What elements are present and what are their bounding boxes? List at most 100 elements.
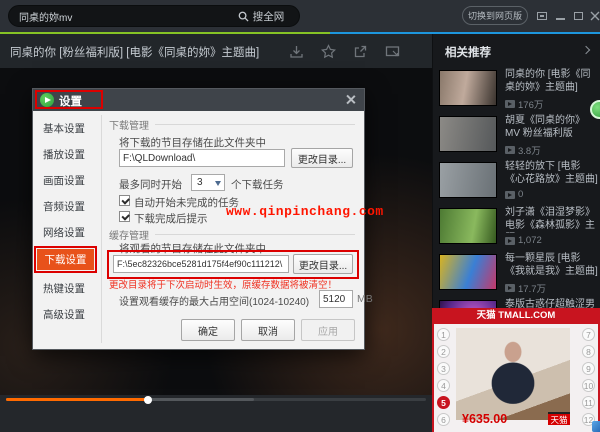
ad-page-8[interactable]: 8 xyxy=(582,345,595,358)
related-item-title: 胡夏《同桌的你》MV 粉丝福利版 xyxy=(505,115,585,139)
progress-fill xyxy=(6,398,148,401)
ad-page-9[interactable]: 9 xyxy=(582,362,595,375)
change-download-dir-button[interactable]: 更改目录... xyxy=(291,148,353,168)
download-icon xyxy=(290,46,303,58)
search-button[interactable]: 搜全网 xyxy=(225,6,297,26)
ok-button[interactable]: 确定 xyxy=(181,319,235,341)
tab-audio-settings[interactable]: 音频设置 xyxy=(43,199,97,215)
cache-size-input[interactable] xyxy=(319,290,353,308)
search-input[interactable] xyxy=(19,7,229,25)
star-icon xyxy=(320,44,337,59)
maximize-button[interactable] xyxy=(571,8,586,23)
ad-page-3[interactable]: 3 xyxy=(437,362,450,375)
progress-handle[interactable] xyxy=(144,395,152,404)
play-count-icon xyxy=(505,146,515,154)
ad-page-7[interactable]: 7 xyxy=(582,328,595,341)
app-play-logo-icon xyxy=(40,93,54,107)
search-icon xyxy=(238,11,249,22)
view-count: 17.7万 xyxy=(505,281,546,295)
ad-page-5-active[interactable]: 5 xyxy=(437,396,450,409)
desktop-icon xyxy=(592,421,600,432)
chevron-right-icon xyxy=(581,45,591,55)
auto-start-checkbox[interactable] xyxy=(119,195,130,206)
related-item-title: 轻轻的放下 [电影《心花路放》主题曲] xyxy=(505,161,598,185)
tab-hotkey-settings[interactable]: 热键设置 xyxy=(43,281,97,297)
related-item-5[interactable]: 每一颗星辰 [电影《我就是我》主题曲] 17.7万 xyxy=(439,252,599,296)
cancel-button[interactable]: 取消 xyxy=(241,319,295,341)
video-thumbnail xyxy=(439,116,497,152)
play-count-icon xyxy=(505,100,515,108)
share-button[interactable] xyxy=(352,43,369,60)
cache-size-label: 设置观看缓存的最大占用空间(1024-10240) xyxy=(119,297,310,308)
max-tasks-suffix: 个下载任务 xyxy=(231,179,284,191)
max-tasks-prefix: 最多同时开始 xyxy=(119,179,182,191)
video-thumbnail xyxy=(439,254,497,290)
related-item-2[interactable]: 胡夏《同桌的你》MV 粉丝福利版 3.8万 xyxy=(439,114,599,158)
ad-page-1[interactable]: 1 xyxy=(437,328,450,341)
ad-product-image[interactable] xyxy=(456,328,570,420)
tab-download-settings[interactable]: 下载设置 xyxy=(37,249,94,270)
mini-player-button[interactable] xyxy=(384,43,401,60)
view-count: 1,072 xyxy=(505,235,542,246)
video-title: 同桌的你 [粉丝福利版] [电影《同桌的妳》主题曲] xyxy=(10,47,260,59)
settings-dialog-titlebar[interactable]: 设置 xyxy=(33,89,364,111)
ad-page-10[interactable]: 10 xyxy=(582,379,595,392)
related-item-title: 每一颗星辰 [电影《我就是我》主题曲] xyxy=(505,253,598,277)
download-group-header: 下载管理 xyxy=(109,117,355,132)
auto-start-label: 自动开始未完成的任务 xyxy=(134,197,239,209)
related-header-title: 相关推荐 xyxy=(445,47,491,59)
ad-page-11[interactable]: 11 xyxy=(582,396,595,409)
tab-playback-settings[interactable]: 播放设置 xyxy=(43,147,97,163)
dropdown-caret-icon xyxy=(215,181,221,186)
video-thumbnail xyxy=(439,70,497,106)
close-window-button[interactable] xyxy=(587,8,600,23)
cache-change-warning: 更改目录将于下次启动时生效，原缓存数据将被清空！ xyxy=(109,280,338,291)
view-count: 3.8万 xyxy=(505,143,541,157)
apply-button[interactable]: 应用 xyxy=(301,319,355,341)
related-header[interactable]: 相关推荐 xyxy=(433,34,600,68)
switch-to-web-button[interactable]: 切换到网页版 xyxy=(462,6,528,25)
tab-picture-settings[interactable]: 画面设置 xyxy=(43,173,97,189)
top-bar: 搜全网 切换到网页版 xyxy=(0,0,600,32)
change-cache-dir-button[interactable]: 更改目录... xyxy=(293,254,353,274)
settings-dialog: 设置 基本设置 播放设置 画面设置 音频设置 网络设置 下载设置 热键设置 高级… xyxy=(32,88,373,350)
ad-page-6[interactable]: 6 xyxy=(437,413,450,426)
related-item-1[interactable]: 同桌的你 [电影《同桌的妳》主题曲] 176万 xyxy=(439,68,599,112)
share-icon xyxy=(354,45,367,58)
watermark-text: www.qinpinchang.com xyxy=(226,204,384,219)
minimize-button[interactable] xyxy=(553,8,568,23)
tab-network-settings[interactable]: 网络设置 xyxy=(43,225,97,241)
switch-to-web-label: 切换到网页版 xyxy=(467,11,522,21)
notify-done-checkbox[interactable] xyxy=(119,211,130,222)
related-item-4[interactable]: 刘子潇《泪湿梦影》电影《森林孤影》主题 1,072 xyxy=(439,206,599,250)
related-item-3[interactable]: 轻轻的放下 [电影《心花路放》主题曲] 0 xyxy=(439,160,599,204)
notify-done-label: 下载完成后提示 xyxy=(134,213,208,225)
mini-mode-icon xyxy=(536,11,547,20)
ad-page-2[interactable]: 2 xyxy=(437,345,450,358)
mini-mode-button[interactable] xyxy=(534,8,549,23)
ad-page-4[interactable]: 4 xyxy=(437,379,450,392)
view-count: 0 xyxy=(505,189,523,200)
search-button-label: 搜全网 xyxy=(252,10,285,23)
favorite-button[interactable] xyxy=(320,43,337,60)
player-window: 搜全网 切换到网页版 同桌的你 [粉丝福利版] [电影《同桌的妳》主题曲] xyxy=(0,0,600,432)
download-video-button[interactable] xyxy=(288,43,305,60)
view-count: 176万 xyxy=(505,97,543,111)
cache-size-unit: MB xyxy=(357,293,373,305)
tab-basic-settings[interactable]: 基本设置 xyxy=(43,121,97,137)
video-thumbnail xyxy=(439,162,497,198)
download-path-input[interactable] xyxy=(119,149,285,167)
video-title-bar: 同桌的你 [粉丝福利版] [电影《同桌的妳》主题曲] xyxy=(0,34,432,68)
tab-advanced-settings[interactable]: 高级设置 xyxy=(43,307,97,323)
download-path-label: 将下载的节目存储在此文件夹中 xyxy=(119,137,266,149)
play-count-icon xyxy=(505,284,515,292)
max-tasks-select[interactable]: 3 xyxy=(191,174,225,191)
tmall-ad[interactable]: 天猫 TMALL.COM 1 2 3 4 5 6 7 8 9 10 11 12 … xyxy=(432,308,600,432)
cache-path-input[interactable] xyxy=(113,255,289,273)
close-icon xyxy=(590,11,599,20)
progress-bar[interactable] xyxy=(6,395,426,404)
tab-divider xyxy=(101,115,102,343)
settings-close-button[interactable] xyxy=(344,93,358,107)
related-item-title: 刘子潇《泪湿梦影》电影《森林孤影》主题 xyxy=(505,207,595,231)
related-item-title: 同桌的你 [电影《同桌的妳》主题曲] xyxy=(505,69,591,93)
